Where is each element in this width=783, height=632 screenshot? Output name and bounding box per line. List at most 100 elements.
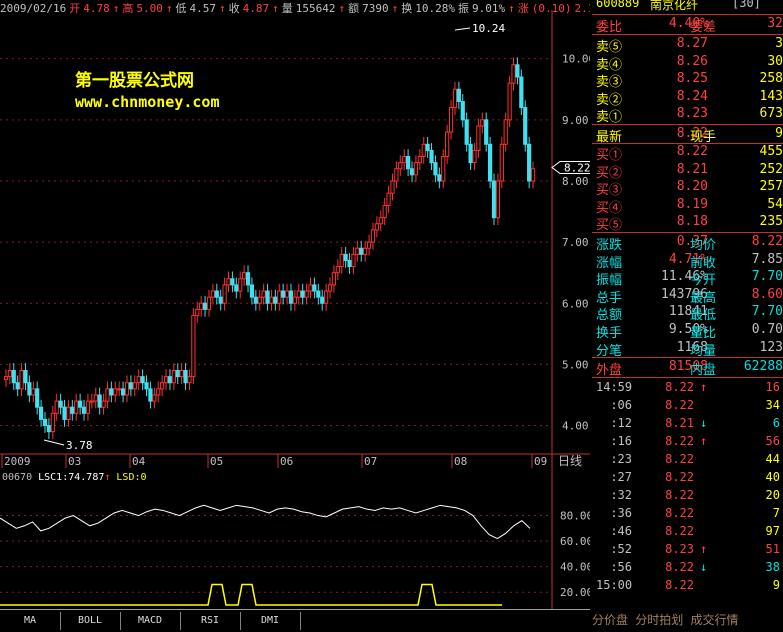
last-row: 最新 8.22 现手 9 [592, 126, 783, 145]
tick-time: :36 [610, 506, 632, 520]
candle-body [406, 156, 411, 170]
candle [273, 289, 278, 311]
tick-row: :36 8.22 7 [592, 506, 783, 524]
candle-body [359, 247, 364, 255]
bid-label: 买① [596, 148, 623, 163]
x-tick-label: 08 [454, 455, 467, 468]
candle [324, 283, 329, 311]
candle [249, 277, 255, 305]
candle-body [257, 296, 262, 304]
tick-time: :56 [610, 560, 632, 574]
tick-row: 14:59 8.22 ↑ 16 [592, 380, 783, 398]
candle [527, 136, 532, 189]
tick-price: 8.23 [665, 542, 694, 556]
tab-boll[interactable]: BOLL [60, 612, 121, 630]
tick-arrow: ↓ [700, 416, 708, 430]
candle [93, 387, 98, 409]
candle [476, 118, 481, 158]
candle [58, 393, 63, 415]
candle-body [206, 296, 212, 310]
tick-arrow: ↑ [700, 380, 708, 394]
indicator-chart[interactable]: 80.00 60.00 40.00 20.00 00670 LSC1:74.787↑ L… [0, 470, 590, 610]
tick-volume: 7 [772, 506, 780, 520]
panel-footer[interactable]: 分价盘 分时拍划 成交行情 [592, 611, 783, 629]
tick-row: :23 8.22 44 [592, 452, 783, 470]
candle [511, 57, 516, 91]
tick-time: :23 [610, 452, 632, 466]
candle [19, 363, 24, 397]
candle-body [398, 162, 403, 170]
candle-body [152, 394, 157, 402]
candle [363, 240, 368, 262]
bid-label: 买⑤ [596, 218, 623, 234]
tab-ma[interactable]: MA [0, 612, 61, 630]
tab-macd[interactable]: MACD [120, 612, 181, 630]
quote-panel: 600889 南京化纤 [30] 委比 4.40% 委差 32 卖⑤ 8.27 3 卖… [592, 0, 783, 631]
x-tick-label: 2009 [4, 455, 31, 468]
stat-row: 分笔 1168 均量 123 [592, 340, 783, 359]
tick-time: 15:00 [596, 578, 633, 592]
ask-label: 卖② [596, 92, 623, 108]
candle-body [437, 174, 442, 182]
tick-time: 14:59 [596, 380, 633, 394]
tick-volume: 40 [765, 470, 780, 484]
candle-body [386, 192, 391, 206]
candle [253, 289, 258, 311]
sub-y-tick-label: 40.00 [560, 561, 590, 574]
candle [386, 185, 391, 213]
candle [128, 375, 133, 397]
stat-label-2: 量比 [690, 326, 717, 341]
tab-rsi[interactable]: RSI [180, 612, 241, 630]
tick-arrow: ↑ [700, 434, 708, 448]
candle [523, 100, 528, 152]
candle [484, 112, 489, 152]
y-tick-label: 7.00 [562, 236, 589, 249]
candle [11, 363, 16, 391]
tab-dmi[interactable]: DMI [240, 612, 301, 630]
y-tick-label: 10.00 [562, 53, 590, 66]
max-pointer [454, 27, 471, 31]
candle [390, 173, 395, 201]
sub-y-tick-label: 80.00 [560, 510, 590, 523]
candle-body [277, 290, 282, 304]
timeframe-label: 日线 [558, 454, 582, 468]
candle [495, 173, 501, 225]
tick-price: 8.22 [665, 398, 694, 412]
candle-body [19, 370, 24, 390]
candle-body [491, 180, 497, 219]
tick-time: :52 [610, 542, 632, 556]
candle [445, 124, 450, 164]
candle-body [58, 400, 63, 408]
candle-body [132, 382, 137, 390]
candle [97, 387, 102, 415]
candle [171, 363, 176, 391]
candle-body [363, 247, 368, 255]
ask-price: 8.27 [676, 36, 708, 51]
tick-volume: 16 [765, 380, 780, 394]
stock-suffix: [30] [732, 0, 761, 10]
candle-body [222, 284, 227, 304]
candle-body [355, 247, 360, 255]
candle [226, 271, 231, 293]
y-tick-label: 6.00 [562, 297, 589, 310]
candle [456, 81, 461, 109]
tick-volume: 38 [765, 560, 780, 574]
candle [167, 369, 173, 391]
candle-body [101, 400, 106, 408]
candle [218, 289, 223, 311]
candle [179, 363, 184, 384]
candle-body [499, 143, 504, 182]
x-tick-label: 09 [534, 455, 547, 468]
tick-arrow: ↓ [700, 560, 708, 574]
candle-body [117, 388, 122, 391]
candle-body [113, 388, 118, 396]
candle-body [35, 388, 40, 408]
bid-label: 买④ [596, 200, 623, 216]
tick-time: :27 [610, 470, 632, 484]
candle [277, 283, 282, 311]
candle-body [484, 119, 489, 145]
sub-y-tick-label: 60.00 [560, 535, 590, 548]
candle [191, 308, 196, 384]
bid-price: 8.20 [676, 179, 708, 195]
candle [359, 240, 364, 262]
